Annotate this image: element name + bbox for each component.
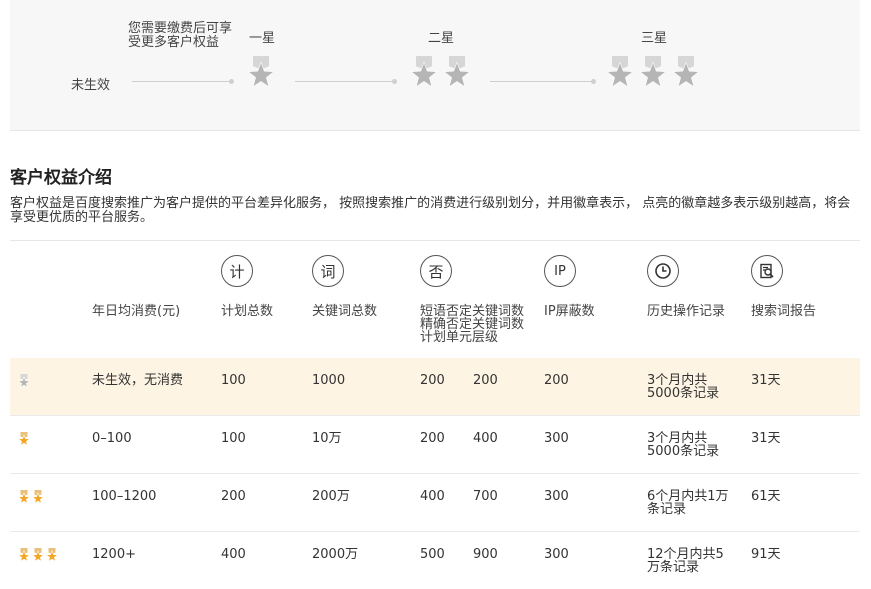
level-label-2-star: 二星: [428, 31, 455, 46]
medal-icon: [17, 432, 31, 450]
medal-icon: [45, 548, 59, 566]
cell-neg-phrase: 400: [420, 489, 445, 504]
medal-icon: [670, 56, 702, 95]
cell-spend: 1200+: [92, 547, 136, 562]
cell-ip: 300: [544, 489, 569, 504]
col-header-plans: 计划总数: [221, 304, 274, 319]
timeline-dot: [392, 79, 397, 84]
cell-history: 3个月内共5000条记录: [647, 431, 720, 459]
cell-neg-exact: 700: [473, 489, 498, 504]
table-row: 未生效，无消费 100 1000 200 200 200 3个月内共5000条记…: [10, 358, 860, 416]
level-badge: [17, 432, 31, 450]
section-intro: 客户权益是百度搜索推广为客户提供的平台差异化服务， 按照搜索推广的消费进行级别划…: [10, 196, 851, 225]
level-badge: [17, 490, 45, 508]
cell-neg-exact: 900: [473, 547, 498, 562]
plan-count-icon: 计: [221, 255, 253, 287]
cell-neg-phrase: 500: [420, 547, 445, 562]
medal-icon: [31, 548, 45, 566]
clock-icon: [647, 255, 679, 287]
cell-plans: 100: [221, 373, 246, 388]
cell-spend: 未生效，无消费: [92, 373, 184, 388]
level-badge: [17, 374, 31, 392]
cell-report: 31天: [751, 431, 781, 446]
cell-neg-exact: 400: [473, 431, 498, 446]
medal-icon: [17, 490, 31, 508]
cell-plans: 400: [221, 547, 246, 562]
col-header-negatives: 短语否定关键词数精确否定关键词数计划单元层级: [420, 304, 525, 345]
cell-keywords: 2000万: [312, 547, 359, 562]
cell-plans: 200: [221, 489, 246, 504]
cell-history: 3个月内共5000条记录: [647, 373, 720, 401]
cell-ip: 300: [544, 547, 569, 562]
col-header-history: 历史操作记录: [647, 304, 726, 319]
table-row: 100–1200 200 200万 400 700 300 6个月内共1万条记录…: [10, 474, 860, 532]
cell-spend: 100–1200: [92, 489, 157, 504]
cell-neg-phrase: 200: [420, 373, 445, 388]
inactive-status-label: 未生效: [71, 78, 111, 93]
medal-icon: [441, 56, 473, 95]
negative-keyword-icon: 否: [420, 255, 452, 287]
medal-icon: [637, 56, 669, 95]
col-header-keywords: 关键词总数: [312, 304, 378, 319]
timeline-line: [490, 81, 592, 82]
medal-icon: [604, 56, 636, 95]
table-row: 1200+ 400 2000万 500 900 300 12个月内共5万条记录 …: [10, 532, 860, 589]
col-header-spend: 年日均消费(元): [92, 304, 181, 319]
report-icon: [751, 255, 783, 287]
cell-neg-phrase: 200: [420, 431, 445, 446]
timeline-line: [132, 81, 230, 82]
level-label-1-star: 一星: [249, 31, 276, 46]
cell-ip: 300: [544, 431, 569, 446]
col-header-report: 搜索词报告: [751, 304, 817, 319]
cell-report: 31天: [751, 373, 781, 388]
cell-spend: 0–100: [92, 431, 132, 446]
cell-report: 61天: [751, 489, 781, 504]
cell-ip: 200: [544, 373, 569, 388]
cell-keywords: 10万: [312, 431, 342, 446]
table-row: 0–100 100 10万 200 400 300 3个月内共5000条记录 3…: [10, 416, 860, 474]
col-header-ip: IP屏蔽数: [544, 304, 595, 319]
medal-icon: [17, 374, 31, 392]
keyword-count-icon: 词: [312, 255, 344, 287]
medal-icon: [17, 548, 31, 566]
level-label-3-star: 三星: [641, 31, 668, 46]
medal-icon: [245, 56, 277, 95]
cell-neg-exact: 200: [473, 373, 498, 388]
timeline-line: [295, 81, 393, 82]
timeline-dot: [591, 79, 596, 84]
cell-history: 12个月内共5万条记录: [647, 547, 724, 575]
cell-keywords: 1000: [312, 373, 346, 388]
upgrade-promo-text: 您需要缴费后可享受更多客户权益: [128, 21, 233, 50]
section-title: 客户权益介绍: [10, 168, 112, 188]
level-badge: [17, 548, 59, 566]
cell-keywords: 200万: [312, 489, 350, 504]
medal-icon: [31, 490, 45, 508]
cell-history: 6个月内共1万条记录: [647, 489, 729, 517]
cell-report: 91天: [751, 547, 781, 562]
ip-block-icon: IP: [544, 255, 576, 287]
divider: [10, 240, 860, 241]
timeline-dot: [229, 79, 234, 84]
medal-icon: [408, 56, 440, 95]
cell-plans: 100: [221, 431, 246, 446]
